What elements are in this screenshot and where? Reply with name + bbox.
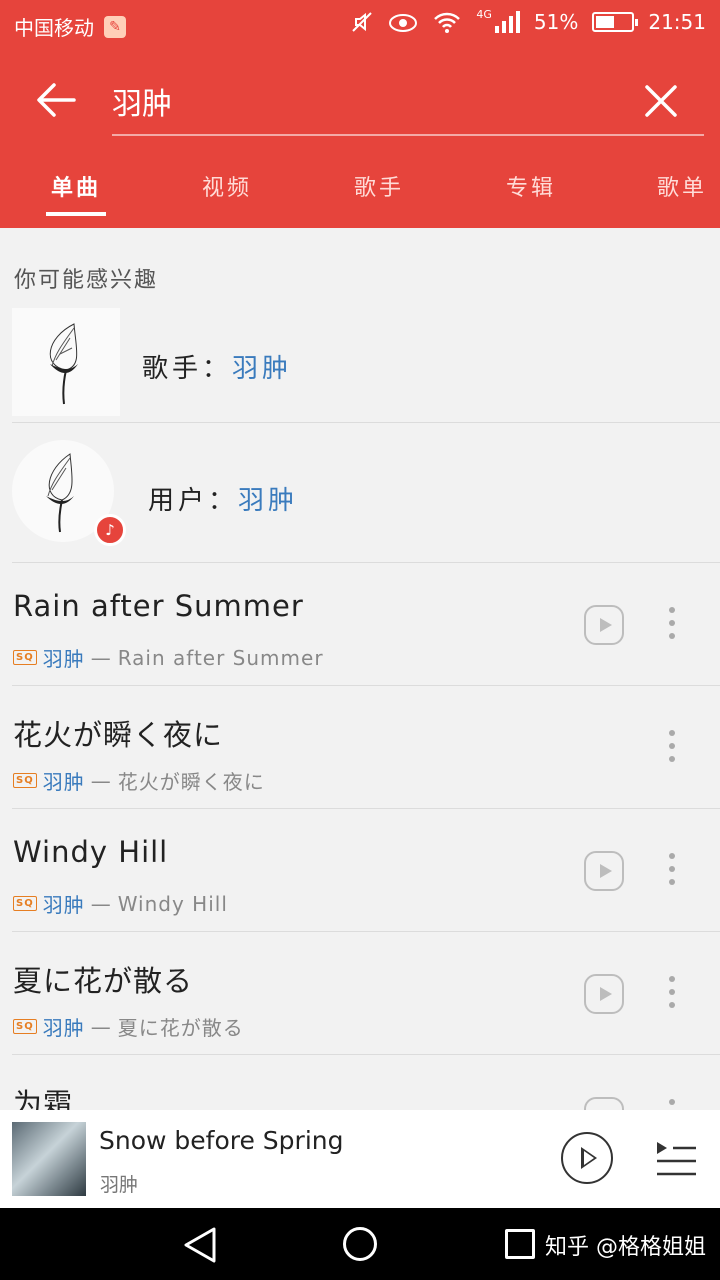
singer-name[interactable]: 羽肿 bbox=[232, 354, 292, 384]
song-title: Rain after Summer bbox=[13, 589, 304, 623]
battery-percent: 51% bbox=[533, 10, 579, 34]
suggest-singer[interactable]: 歌手：羽肿 bbox=[12, 308, 720, 428]
search-input[interactable] bbox=[112, 78, 632, 124]
result-tabs: 单曲 视频 歌手 专辑 歌单 bbox=[0, 170, 720, 218]
suggest-user[interactable]: ♪ 用户：羽肿 bbox=[12, 440, 720, 560]
system-nav-bar: 知乎 @格格姐姐 bbox=[0, 1208, 720, 1280]
tab-videos[interactable]: 视频 bbox=[202, 170, 252, 202]
watermark-text: 知乎 @格格姐姐 bbox=[545, 1235, 706, 1260]
carrier-label: 中国移动 bbox=[14, 16, 94, 40]
user-suggestion-label: 用户：羽肿 bbox=[148, 480, 298, 517]
user-name[interactable]: 羽肿 bbox=[238, 486, 298, 516]
more-options-icon[interactable] bbox=[667, 976, 677, 1012]
nav-back-icon[interactable] bbox=[182, 1226, 218, 1264]
singer-prefix: 歌手： bbox=[142, 354, 233, 384]
song-artist[interactable]: 羽肿 bbox=[43, 889, 85, 918]
song-title: Windy Hill bbox=[13, 835, 169, 869]
sq-badge: SQ bbox=[13, 650, 37, 665]
tab-songs[interactable]: 单曲 bbox=[51, 170, 101, 202]
app-header: 中国移动 ✎ 4G 51% 21:51 单曲 视频 歌手 专辑 歌单 bbox=[0, 0, 720, 228]
sq-badge: SQ bbox=[13, 1019, 37, 1034]
separator: — bbox=[90, 1014, 112, 1039]
play-button[interactable] bbox=[561, 1132, 613, 1184]
song-row[interactable]: Windy Hill SQ 羽肿 — Windy Hill bbox=[0, 809, 720, 931]
now-playing-artist: 羽肿 bbox=[100, 1174, 139, 1196]
music-note-icon: ♪ bbox=[94, 514, 126, 546]
play-mv-button[interactable] bbox=[584, 974, 624, 1014]
active-tab-indicator bbox=[46, 212, 106, 216]
song-row[interactable]: 夏に花が散る SQ 羽肿 — 夏に花が散る bbox=[0, 932, 720, 1054]
search-box bbox=[112, 78, 704, 136]
song-subtitle: SQ 羽肿 — 花火が瞬く夜に bbox=[13, 766, 265, 795]
battery-icon bbox=[592, 12, 639, 32]
song-album: Rain after Summer bbox=[117, 645, 324, 670]
song-artist[interactable]: 羽肿 bbox=[43, 766, 85, 795]
separator: — bbox=[90, 891, 112, 916]
tab-singers[interactable]: 歌手 bbox=[354, 170, 404, 202]
song-subtitle: SQ 羽肿 — 夏に花が散る bbox=[13, 1012, 244, 1041]
album-cover bbox=[12, 1122, 86, 1196]
sq-badge: SQ bbox=[13, 773, 37, 788]
song-artist[interactable]: 羽肿 bbox=[43, 1012, 85, 1041]
song-title: 夏に花が散る bbox=[13, 964, 194, 998]
feather-icon bbox=[49, 323, 78, 405]
tab-playlists[interactable]: 歌单 bbox=[657, 170, 707, 202]
song-album: Windy Hill bbox=[117, 891, 228, 916]
status-bar: 中国移动 ✎ 4G 51% 21:51 bbox=[0, 0, 720, 50]
back-arrow-icon[interactable] bbox=[34, 80, 78, 120]
play-mv-button[interactable] bbox=[584, 851, 624, 891]
song-album: 花火が瞬く夜に bbox=[117, 770, 265, 794]
singer-suggestion-label: 歌手：羽肿 bbox=[142, 348, 292, 385]
song-artist[interactable]: 羽肿 bbox=[43, 643, 85, 672]
separator: — bbox=[90, 768, 112, 793]
play-mv-button[interactable] bbox=[584, 605, 624, 645]
eye-icon bbox=[389, 14, 418, 32]
playlist-icon[interactable] bbox=[655, 1140, 697, 1180]
clock: 21:51 bbox=[648, 10, 706, 34]
nav-home-icon[interactable] bbox=[343, 1227, 377, 1261]
wifi-icon bbox=[434, 12, 461, 33]
mute-icon bbox=[352, 12, 373, 32]
divider bbox=[12, 422, 720, 423]
song-title: 花火が瞬く夜に bbox=[13, 718, 224, 752]
now-playing-bar[interactable]: Snow before Spring 羽肿 bbox=[0, 1110, 720, 1208]
clear-search-icon[interactable] bbox=[644, 84, 678, 118]
more-options-icon[interactable] bbox=[667, 607, 677, 643]
suggest-title: 你可能感兴趣 bbox=[14, 268, 159, 293]
separator: — bbox=[90, 645, 112, 670]
song-album: 夏に花が散る bbox=[117, 1016, 244, 1040]
signal-icon bbox=[494, 11, 520, 33]
tab-albums[interactable]: 专辑 bbox=[506, 170, 556, 202]
user-prefix: 用户： bbox=[148, 486, 239, 516]
more-options-icon[interactable] bbox=[667, 853, 677, 889]
song-row[interactable]: Rain after Summer SQ 羽肿 — Rain after Sum… bbox=[0, 563, 720, 685]
sq-badge: SQ bbox=[13, 896, 37, 911]
more-options-icon[interactable] bbox=[667, 730, 677, 766]
song-subtitle: SQ 羽肿 — Rain after Summer bbox=[13, 643, 324, 672]
song-row[interactable]: 花火が瞬く夜に SQ 羽肿 — 花火が瞬く夜に bbox=[0, 686, 720, 808]
now-playing-title: Snow before Spring bbox=[99, 1126, 344, 1155]
network-type: 4G bbox=[476, 7, 492, 21]
app-notification-icon: ✎ bbox=[104, 15, 126, 38]
song-subtitle: SQ 羽肿 — Windy Hill bbox=[13, 889, 228, 918]
singer-avatar bbox=[12, 308, 120, 416]
nav-recents-icon[interactable] bbox=[505, 1229, 535, 1259]
